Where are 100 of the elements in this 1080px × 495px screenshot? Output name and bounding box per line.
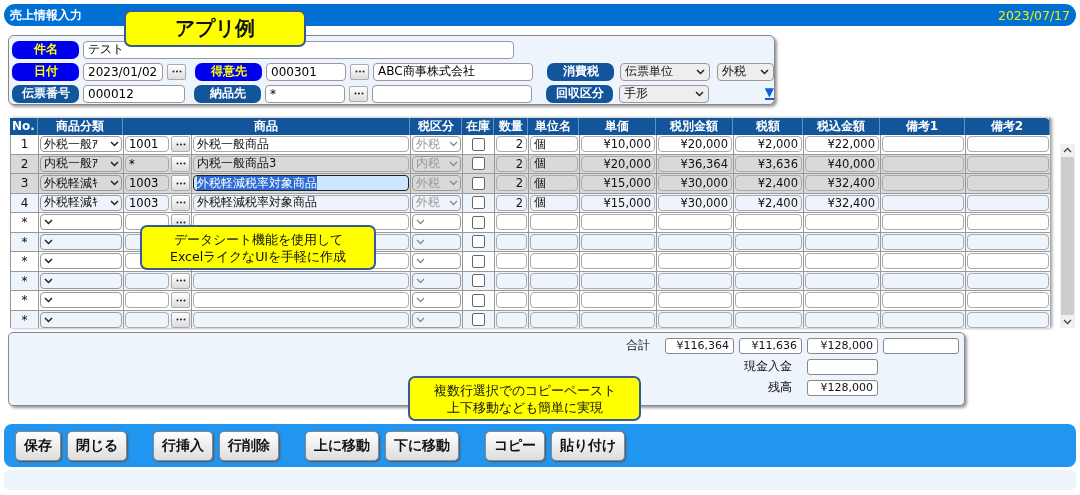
unit-field[interactable]: 個	[530, 155, 578, 172]
stock-checkbox[interactable]	[472, 254, 485, 268]
table-row[interactable]: *	[11, 291, 1050, 311]
action-button[interactable]: 下に移動	[385, 430, 459, 461]
table-row[interactable]: 4 外税軽減ｷ 1003 外税軽減税率対象商品 外税 2 個 ¥15,000 ¥30,000 ¥2,400 ¥32,400	[11, 193, 1050, 213]
total-field[interactable]	[805, 214, 879, 231]
dropdown[interactable]: 手形	[619, 84, 709, 103]
category-dropdown[interactable]: 外税軽減ｷ	[40, 194, 122, 211]
stock-checkbox[interactable]	[472, 235, 485, 249]
tax-amount-field[interactable]	[735, 272, 802, 289]
quantity-field[interactable]	[496, 272, 527, 289]
category-dropdown[interactable]: 内税一般ｱ	[40, 155, 122, 172]
lookup-button[interactable]	[171, 272, 190, 289]
price-field[interactable]: ¥15,000	[581, 175, 655, 192]
total-field[interactable]	[805, 292, 879, 309]
input-field[interactable]: ABC商事株式会社	[373, 62, 533, 81]
quantity-field[interactable]	[496, 214, 527, 231]
quantity-field[interactable]	[496, 233, 527, 250]
total-field[interactable]: ¥32,400	[805, 194, 879, 211]
input-field[interactable]: 2023/01/02	[83, 62, 163, 81]
product-field[interactable]	[193, 272, 409, 289]
code-field[interactable]: 1003	[125, 175, 169, 192]
note-field[interactable]	[882, 272, 964, 289]
action-button[interactable]: 閉じる	[67, 430, 127, 461]
lookup-button[interactable]	[171, 311, 190, 328]
table-row[interactable]: 1 外税一般ｱ 1001 外税一般商品 外税 2 個 ¥10,000 ¥20,000 ¥2,000 ¥22,000	[11, 135, 1050, 155]
amount-field[interactable]	[658, 214, 732, 231]
product-field[interactable]	[193, 311, 409, 328]
lookup-button[interactable]	[167, 63, 186, 80]
total-field[interactable]	[805, 272, 879, 289]
product-field[interactable]: 外税軽減税率対象商品	[193, 175, 409, 192]
total-field[interactable]: ¥40,000	[805, 155, 879, 172]
table-row[interactable]: *	[11, 271, 1050, 291]
note-field[interactable]	[967, 214, 1049, 231]
note-field[interactable]	[882, 311, 964, 328]
tax-amount-field[interactable]: ¥2,000	[735, 136, 802, 153]
table-row[interactable]: 3 外税軽減ｷ 1003 外税軽減税率対象商品 外税 2 個 ¥15,000 ¥30,000 ¥2,400 ¥32,400	[11, 174, 1050, 194]
note-field[interactable]	[967, 311, 1049, 328]
price-field[interactable]: ¥10,000	[581, 136, 655, 153]
unit-field[interactable]	[530, 214, 578, 231]
tax-amount-field[interactable]	[735, 233, 802, 250]
input-field[interactable]: 000301	[266, 62, 346, 81]
product-field[interactable]: 外税軽減税率対象商品	[193, 194, 409, 211]
total-field[interactable]: ¥116,364	[665, 337, 734, 354]
lookup-button[interactable]	[350, 63, 369, 80]
action-button[interactable]: コピー	[485, 430, 545, 461]
action-button[interactable]: 行挿入	[153, 430, 213, 461]
price-field[interactable]	[581, 292, 655, 309]
amount-field[interactable]	[658, 253, 732, 270]
price-field[interactable]	[581, 253, 655, 270]
code-field[interactable]: 1003	[125, 194, 169, 211]
stock-checkbox[interactable]	[472, 313, 485, 327]
lookup-button[interactable]	[171, 136, 190, 153]
quantity-field[interactable]	[496, 253, 527, 270]
code-field[interactable]: 1001	[125, 136, 169, 153]
tax-amount-field[interactable]: ¥2,400	[735, 175, 802, 192]
amount-field[interactable]	[658, 233, 732, 250]
quantity-field[interactable]: 2	[496, 194, 527, 211]
code-field[interactable]: *	[125, 155, 169, 172]
note-field[interactable]	[967, 175, 1049, 192]
total-field[interactable]: ¥32,400	[805, 175, 879, 192]
note-field[interactable]	[882, 233, 964, 250]
amount-field[interactable]	[658, 311, 732, 328]
lookup-button[interactable]	[171, 292, 190, 309]
stock-checkbox[interactable]	[472, 176, 485, 190]
quantity-field[interactable]: 2	[496, 136, 527, 153]
product-field[interactable]: 外税一般商品	[193, 136, 409, 153]
tax-dropdown[interactable]	[412, 272, 461, 289]
tax-amount-field[interactable]	[735, 292, 802, 309]
quantity-field[interactable]	[496, 311, 527, 328]
amount-field[interactable]: ¥36,364	[658, 155, 732, 172]
tax-amount-field[interactable]	[735, 253, 802, 270]
unit-field[interactable]	[530, 311, 578, 328]
unit-field[interactable]: 個	[530, 175, 578, 192]
tax-dropdown[interactable]	[412, 253, 461, 270]
note-field[interactable]	[967, 272, 1049, 289]
category-dropdown[interactable]	[40, 253, 122, 270]
amount-field[interactable]	[658, 272, 732, 289]
category-dropdown[interactable]: 外税軽減ｷ	[40, 175, 122, 192]
table-row[interactable]: 2 内税一般ｱ * 内税一般商品3 内税 2 個 ¥20,000 ¥36,364 ¥3,636 ¥40,000	[11, 154, 1050, 174]
stock-checkbox[interactable]	[472, 274, 485, 288]
total-field[interactable]	[805, 311, 879, 328]
lookup-button[interactable]	[349, 85, 368, 102]
unit-field[interactable]	[530, 272, 578, 289]
tax-amount-field[interactable]: ¥2,400	[735, 194, 802, 211]
note-field[interactable]	[882, 175, 964, 192]
amount-field[interactable]: ¥20,000	[658, 136, 732, 153]
dropdown[interactable]: 外税	[717, 62, 774, 81]
stock-checkbox[interactable]	[472, 157, 485, 171]
total-field[interactable]	[883, 337, 959, 354]
price-field[interactable]: ¥15,000	[581, 194, 655, 211]
note-field[interactable]	[967, 155, 1049, 172]
total-field[interactable]: ¥11,636	[739, 337, 802, 354]
amount-field[interactable]: ¥30,000	[658, 175, 732, 192]
code-field[interactable]	[125, 272, 169, 289]
scrollbar[interactable]	[1060, 144, 1075, 328]
product-field[interactable]	[193, 292, 409, 309]
stock-checkbox[interactable]	[472, 215, 485, 229]
stock-checkbox[interactable]	[472, 293, 485, 307]
product-field[interactable]: 内税一般商品3	[193, 155, 409, 172]
